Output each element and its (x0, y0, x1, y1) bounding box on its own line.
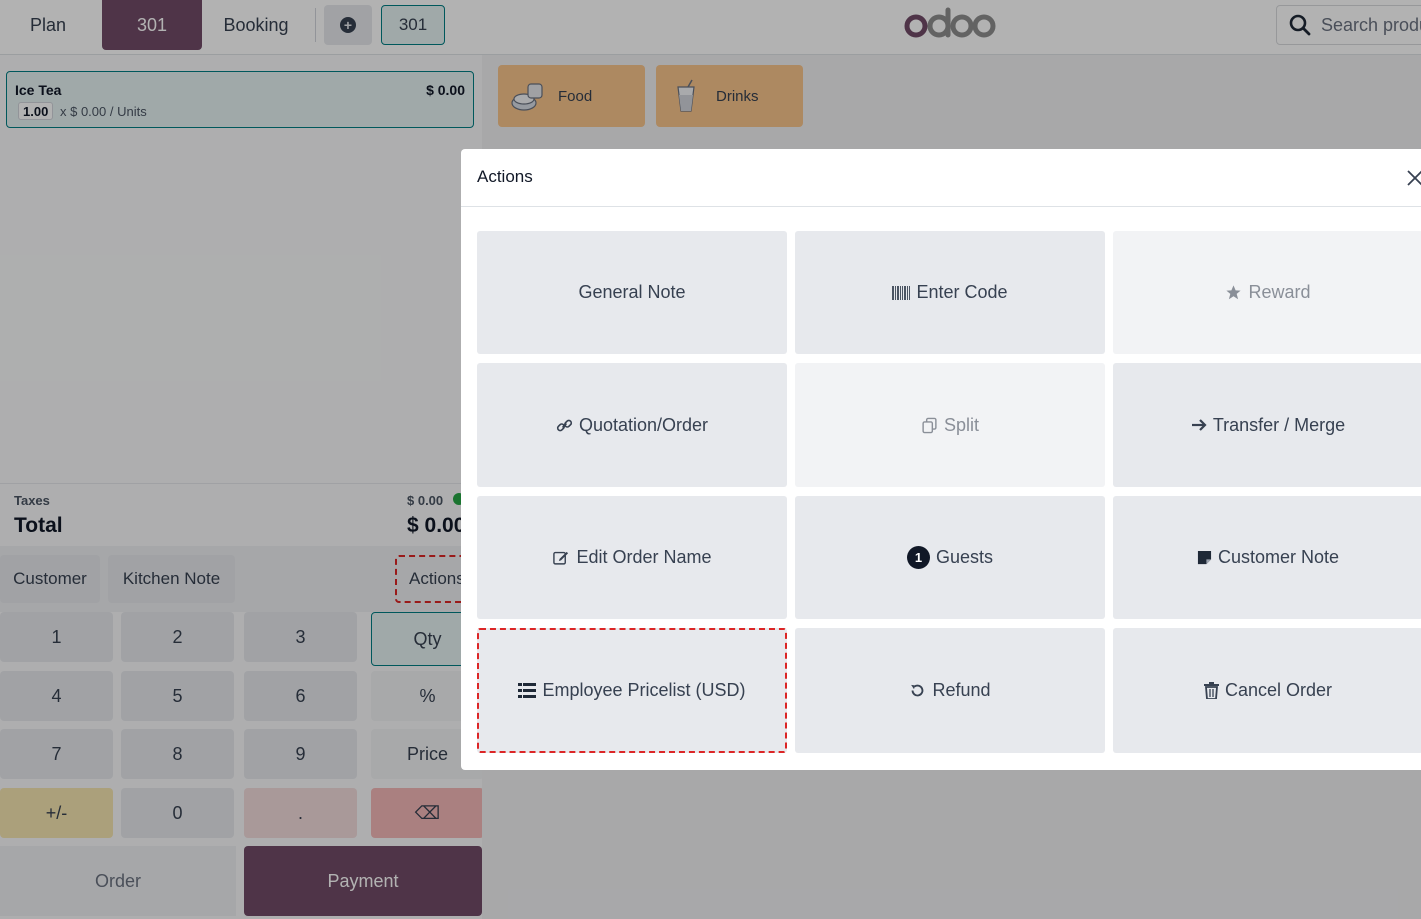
barcode-icon (892, 285, 911, 300)
cancel-order-label: Cancel Order (1224, 680, 1333, 700)
close-icon[interactable] (1405, 168, 1421, 188)
edit-order-name-label: Edit Order Name (576, 547, 712, 567)
guests-label: Guests (935, 547, 994, 567)
list-icon (518, 683, 537, 698)
arrow-right-icon (1191, 419, 1207, 431)
cancel-order-button[interactable]: Cancel Order (1113, 628, 1421, 753)
refund-label: Refund (932, 680, 991, 700)
guests-button[interactable]: 1 Guests (795, 496, 1105, 619)
actions-dialog: Actions General Note Enter Code Reward Q… (461, 149, 1421, 770)
reward-button[interactable]: Reward (1113, 231, 1421, 354)
transfer-merge-button[interactable]: Transfer / Merge (1113, 363, 1421, 487)
link-icon (556, 419, 573, 431)
edit-order-name-button[interactable]: Edit Order Name (477, 496, 787, 619)
copy-icon (922, 417, 937, 433)
pricelist-label: Employee Pricelist (USD) (542, 680, 746, 700)
general-note-label: General Note (578, 282, 686, 302)
customer-note-label: Customer Note (1217, 547, 1340, 567)
quotation-order-label: Quotation/Order (578, 414, 709, 435)
split-button[interactable]: Split (795, 363, 1105, 487)
customer-note-button[interactable]: Customer Note (1113, 496, 1421, 619)
pricelist-button[interactable]: Employee Pricelist (USD) (477, 628, 787, 753)
reward-label: Reward (1248, 282, 1311, 302)
undo-icon (911, 684, 924, 697)
star-icon (1226, 285, 1242, 300)
trash-icon (1203, 682, 1219, 699)
enter-code-label: Enter Code (916, 282, 1008, 302)
refund-button[interactable]: Refund (795, 628, 1105, 753)
transfer-merge-label: Transfer / Merge (1212, 414, 1346, 435)
edit-icon (553, 551, 569, 565)
dialog-header: Actions (461, 149, 1421, 207)
general-note-button[interactable]: General Note (477, 231, 787, 354)
dialog-title: Actions (477, 167, 533, 186)
enter-code-button[interactable]: Enter Code (795, 231, 1105, 354)
split-label: Split (943, 414, 979, 435)
guest-count-badge: 1 (906, 546, 930, 569)
sticky-note-icon (1197, 550, 1212, 565)
quotation-order-button[interactable]: Quotation/Order (477, 363, 787, 487)
